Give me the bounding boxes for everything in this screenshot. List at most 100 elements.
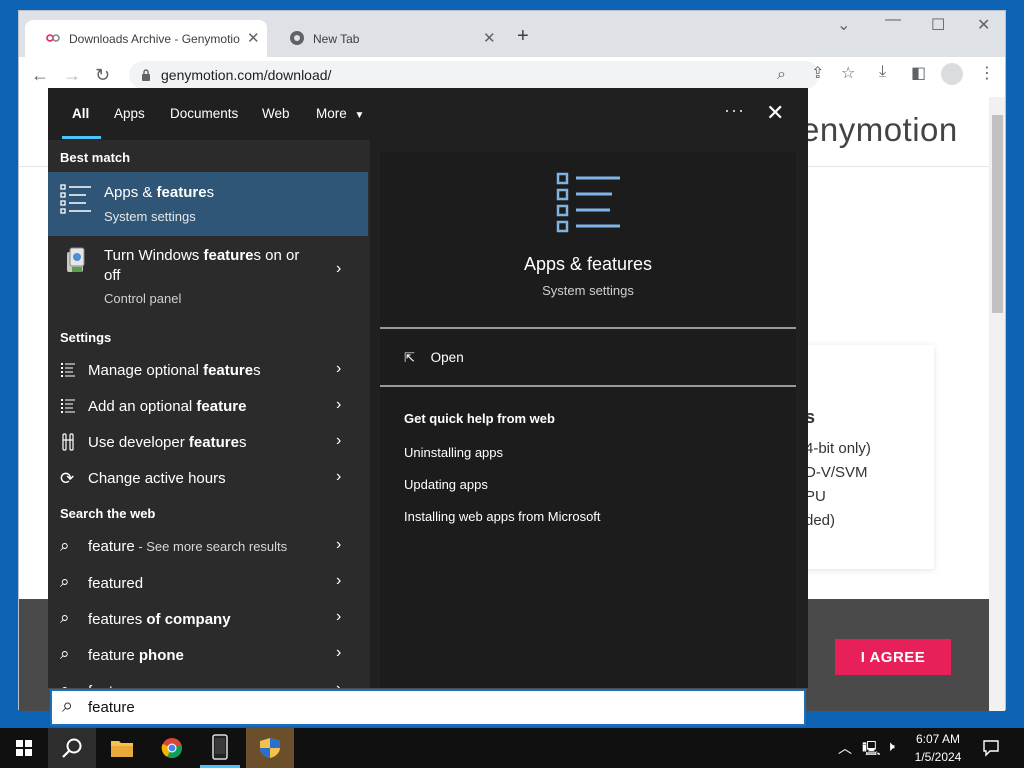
chevron-right-icon[interactable]: › xyxy=(336,432,341,450)
chevron-right-icon[interactable]: › xyxy=(336,644,341,662)
requirement-line: 4-bit only) xyxy=(805,440,871,457)
best-match-item[interactable]: Apps & features System settings xyxy=(48,172,368,236)
result-title-line2: off xyxy=(104,267,121,284)
help-link-installing-web-apps[interactable]: Installing web apps from Microsoft xyxy=(404,509,601,524)
notifications-icon[interactable] xyxy=(982,739,1000,757)
volume-muted-icon[interactable]: 🕨 xyxy=(886,738,895,755)
result-turn-windows-features[interactable]: Turn Windows features on or off Control … xyxy=(48,238,368,310)
zoom-search-icon[interactable]: ⌕ xyxy=(777,66,786,84)
start-button[interactable] xyxy=(0,728,48,768)
menu-kebab-icon[interactable]: ⋮ xyxy=(979,63,995,83)
requirements-card xyxy=(789,345,934,569)
tab-close-icon[interactable]: ✕ xyxy=(247,29,260,47)
search-icon: ⌕ xyxy=(60,608,70,627)
share-icon[interactable]: ⇪ xyxy=(811,63,824,83)
tab-search-chevron-icon[interactable]: ⌄ xyxy=(837,15,850,35)
start-search-panel: All Apps Documents Web More ▼ ··· ✕ Best… xyxy=(48,88,808,688)
settings-item-label: Use developer features xyxy=(88,434,247,451)
web-result-feature[interactable]: ⌕ feature - See more search results › xyxy=(48,528,368,564)
chevron-right-icon[interactable]: › xyxy=(336,468,341,486)
search-input[interactable]: ⌕ feature xyxy=(50,689,806,726)
chevron-right-icon[interactable]: › xyxy=(336,260,341,278)
download-icon[interactable]: ⤓ xyxy=(879,63,886,81)
filter-more[interactable]: More ▼ xyxy=(316,106,364,121)
help-link-uninstalling-apps[interactable]: Uninstalling apps xyxy=(404,445,503,460)
taskbar-search-button[interactable] xyxy=(48,728,96,768)
side-panel-icon[interactable]: ◧ xyxy=(911,63,926,83)
requirement-line: ded) xyxy=(805,512,836,529)
help-link-updating-apps[interactable]: Updating apps xyxy=(404,477,488,492)
search-icon: ⌕ xyxy=(60,536,70,555)
settings-heading: Settings xyxy=(60,330,112,345)
search-filter-bar: All Apps Documents Web More ▼ ··· ✕ xyxy=(48,88,808,140)
filter-all[interactable]: All xyxy=(72,106,89,121)
minimize-icon[interactable]: — xyxy=(885,11,901,29)
requirement-line: D-V/SVM xyxy=(805,464,868,481)
taskbar: ︿ 🖳 🕨 6:07 AM 1/5/2024 xyxy=(0,728,1024,768)
chevron-right-icon[interactable]: › xyxy=(336,680,341,688)
chevron-right-icon[interactable]: › xyxy=(336,536,341,554)
settings-item-change-active-hours[interactable]: ⟳ Change active hours › xyxy=(48,460,368,496)
windows-logo-icon xyxy=(16,740,32,756)
best-match-subtitle: System settings xyxy=(104,209,196,224)
settings-item-manage-optional-features[interactable]: Manage optional features › xyxy=(48,352,368,388)
divider xyxy=(380,385,796,387)
detail-title: Apps & features xyxy=(523,254,653,274)
clock-time[interactable]: 6:07 AM xyxy=(910,732,966,746)
address-bar[interactable]: genymotion.com/download/ ⌕ xyxy=(129,61,819,89)
genymotion-logo[interactable]: enymotion xyxy=(801,111,958,149)
sync-icon: ⟳ xyxy=(60,469,75,488)
lock-icon[interactable] xyxy=(141,69,151,81)
window-close-icon[interactable]: ✕ xyxy=(977,15,990,35)
web-result-features-of-company[interactable]: ⌕ features of company › xyxy=(48,600,368,636)
clock-date[interactable]: 1/5/2024 xyxy=(910,750,966,764)
requirement-line: PU xyxy=(805,488,826,505)
scrollbar-thumb[interactable] xyxy=(992,115,1003,313)
tab-close-icon[interactable]: ✕ xyxy=(483,29,496,47)
tab-new-tab[interactable]: New Tab ✕ xyxy=(269,20,505,57)
search-icon: ⌕ xyxy=(62,695,74,717)
reload-icon[interactable]: ↻ xyxy=(95,65,110,86)
more-options-icon[interactable]: ··· xyxy=(724,100,745,121)
forward-icon[interactable]: → xyxy=(63,65,81,86)
filter-web[interactable]: Web xyxy=(262,106,290,121)
chevron-right-icon[interactable]: › xyxy=(336,608,341,626)
close-icon[interactable]: ✕ xyxy=(766,100,784,126)
open-label: Open xyxy=(430,350,464,365)
chevron-right-icon[interactable]: › xyxy=(336,360,341,378)
chevron-right-icon[interactable]: › xyxy=(336,572,341,590)
web-result-featured[interactable]: ⌕ featured › xyxy=(48,564,368,600)
web-result-label: featured xyxy=(88,575,144,592)
profile-avatar-icon[interactable] xyxy=(941,63,963,85)
new-tab-icon[interactable]: + xyxy=(517,25,529,48)
caret-down-icon: ▼ xyxy=(354,110,365,121)
quick-help-heading: Get quick help from web xyxy=(404,411,555,426)
list-icon xyxy=(61,399,75,413)
taskbar-genymotion[interactable] xyxy=(196,728,244,768)
chevron-right-icon[interactable]: › xyxy=(336,396,341,414)
agree-button[interactable]: I AGREE xyxy=(835,639,951,675)
network-icon[interactable]: 🖳 xyxy=(862,738,881,762)
web-result-feature-phone[interactable]: ⌕ feature phone › xyxy=(48,636,368,672)
settings-item-add-optional-feature[interactable]: Add an optional feature › xyxy=(48,388,368,424)
shield-icon xyxy=(260,738,280,758)
search-icon: ⌕ xyxy=(60,644,70,663)
detail-subtitle: System settings xyxy=(542,283,634,298)
back-icon[interactable]: ← xyxy=(31,65,49,86)
web-result-partial[interactable]: ⌕ feat › xyxy=(48,672,368,688)
show-hidden-icons-chevron-icon[interactable]: ︿ xyxy=(838,738,852,758)
taskbar-chrome[interactable] xyxy=(148,728,196,768)
open-action[interactable]: ⇱ Open xyxy=(404,350,464,366)
maximize-icon[interactable]: ☐ xyxy=(931,15,945,35)
settings-item-developer-features[interactable]: Use developer features › xyxy=(48,424,368,460)
tab-downloads-archive[interactable]: Downloads Archive - Genymotio ✕ xyxy=(25,20,267,57)
filter-documents[interactable]: Documents xyxy=(170,106,238,121)
settings-item-label: Change active hours xyxy=(88,470,226,487)
bookmark-star-icon[interactable]: ☆ xyxy=(841,63,855,83)
open-external-icon: ⇱ xyxy=(404,350,415,365)
page-scrollbar[interactable] xyxy=(989,97,1005,711)
taskbar-installer[interactable] xyxy=(246,728,294,768)
taskbar-file-explorer[interactable] xyxy=(98,728,146,768)
filter-apps[interactable]: Apps xyxy=(114,106,145,121)
search-icon xyxy=(62,738,82,758)
